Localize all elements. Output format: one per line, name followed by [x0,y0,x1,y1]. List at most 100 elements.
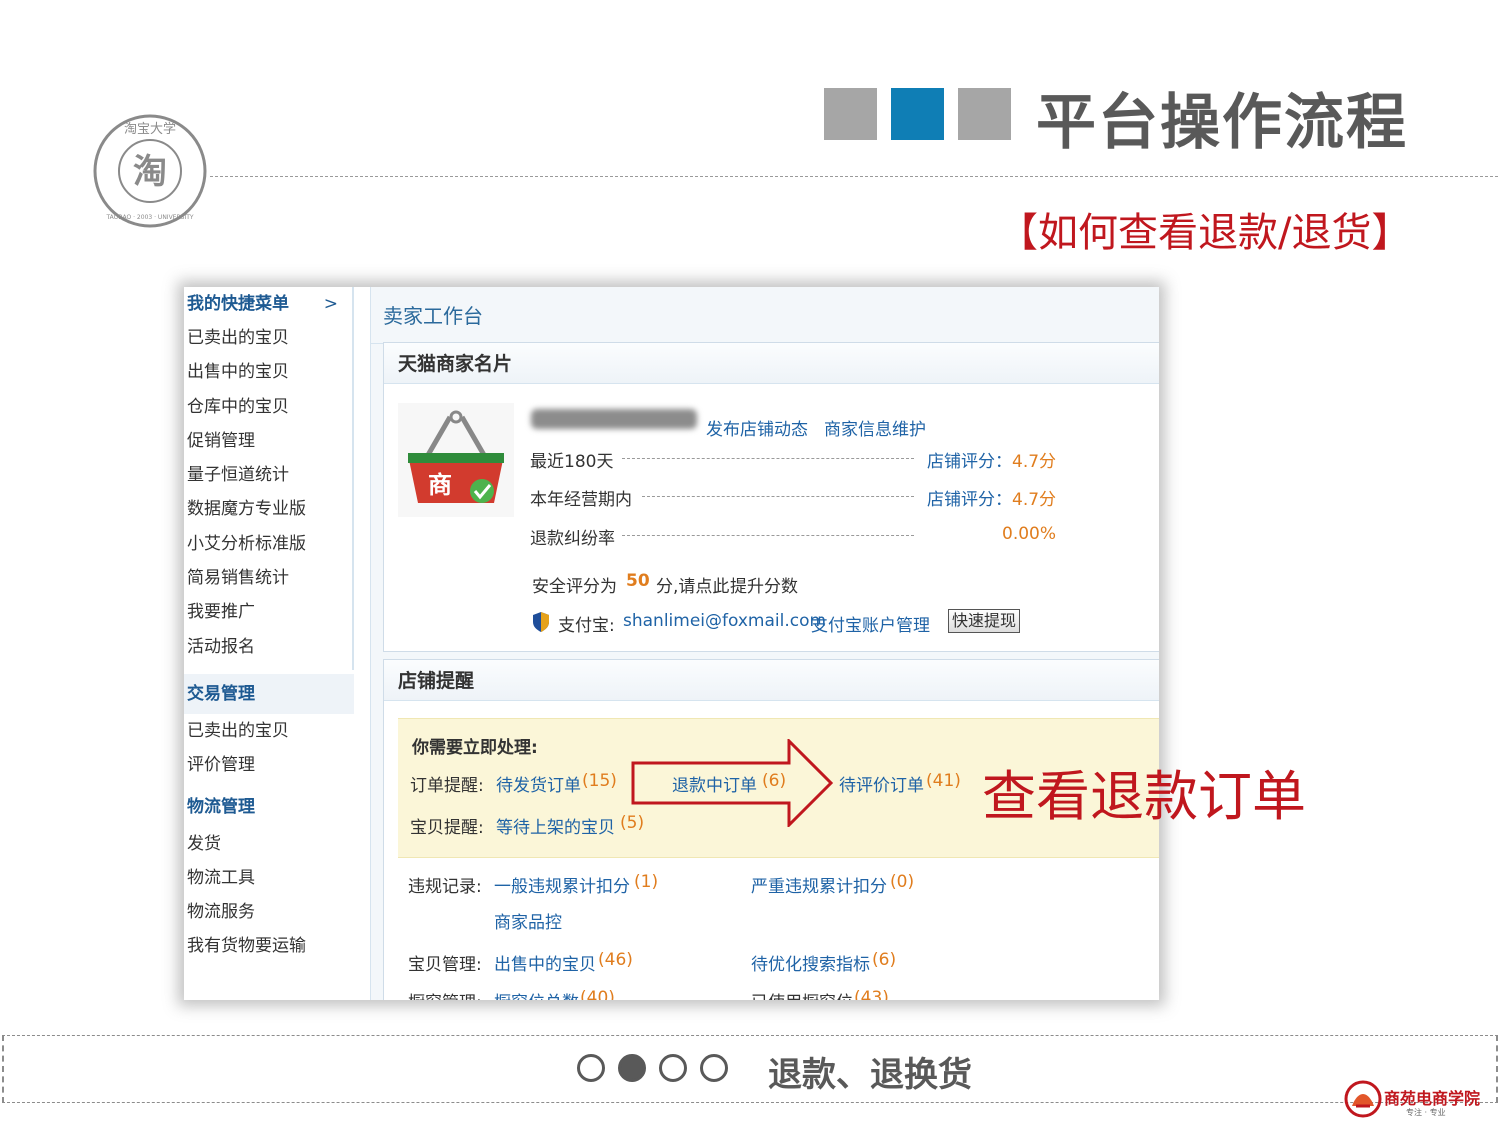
window-used-label: 已使用橱窗位 [751,988,853,1000]
rating-value: 4.7分 [1012,452,1057,472]
sidebar-item[interactable]: 已卖出的宝贝 [184,714,354,748]
refund-rate-label: 退款纠纷率 [530,529,615,549]
dot-filled [618,1054,646,1082]
search-optimize-count: (6) [872,950,897,970]
dot-empty [700,1054,728,1082]
college-slogan: 专注 · 专业 [1406,1108,1446,1117]
safety-prefix: 安全评分为 [532,577,617,597]
sidebar-item[interactable]: 已卖出的宝贝 [184,321,352,355]
alipay-manage-link[interactable]: 支付宝账户管理 [811,611,930,636]
chevron-right-icon[interactable]: > [324,287,338,321]
rating-row-label: 本年经营期内 [530,490,632,510]
sidebar-item[interactable]: 物流服务 [184,895,354,929]
card-header: 天猫商家名片 [384,343,1159,384]
violation-label: 违规记录: [408,877,482,897]
window-total-count: (40) [580,988,615,1000]
square-gray [824,88,877,140]
sidebar-item[interactable]: 促销管理 [184,424,352,458]
improve-score-link[interactable]: 提升分数 [730,572,798,597]
svg-text:淘: 淘 [133,152,167,192]
seller-workbench-screenshot: 我的快捷菜单 > 已卖出的宝贝 出售中的宝贝 仓库中的宝贝 促销管理 量子恒道统… [184,287,1159,1000]
sidebar: 我的快捷菜单 > 已卖出的宝贝 出售中的宝贝 仓库中的宝贝 促销管理 量子恒道统… [184,287,354,1000]
pending-ship-count: (15) [582,771,617,791]
dotted-leader [642,496,914,497]
main-area: 卖家工作台 天猫商家名片 商 发布店铺动态 商家信息维护 最近180天 店铺评分… [370,287,1159,1000]
sidebar-item[interactable]: 发货 [184,827,354,861]
rating-value-label[interactable]: 店铺评分： [927,485,1012,510]
college-name: 商苑电商学院 [1384,1089,1481,1108]
sidebar-item[interactable]: 简易销售统计 [184,561,352,595]
pending-review-count: (41) [926,771,961,791]
safety-score: 50 [626,571,650,591]
refunding-orders-link[interactable]: 退款中订单 [672,771,757,796]
window-used-count: (43) [854,988,889,1000]
merchant-info-link[interactable]: 商家信息维护 [824,415,926,440]
sidebar-item[interactable]: 出售中的宝贝 [184,355,352,389]
divider [210,176,1498,177]
dot-empty [577,1054,605,1082]
pending-listing-link[interactable]: 等待上架的宝贝 [496,813,615,838]
footer-section-title: 退款、退换货 [768,1055,972,1095]
refunding-orders-count: (6) [762,771,787,791]
footer-bar-left-edge [2,1035,4,1103]
title-squares [824,88,1011,140]
sidebar-item[interactable]: 仓库中的宝贝 [184,390,352,424]
on-sale-goods-count: (46) [598,950,633,970]
sidebar-item[interactable]: 活动报名 [184,630,352,670]
pending-ship-link[interactable]: 待发货订单 [496,771,581,796]
sidebar-item[interactable]: 我有货物要运输 [184,929,354,963]
safety-suffix: 分,请点此 [656,577,730,597]
sidebar-item[interactable]: 量子恒道统计 [184,458,352,492]
seal-logo-icon: 淘 淘宝大学 TAOBAO · 2003 · UNIVERSITY [93,114,207,228]
rating-value: 4.7分 [1012,490,1057,510]
rating-row-label: 最近180天 [530,452,614,472]
general-violation-link[interactable]: 一般违规累计扣分 [494,872,630,897]
quick-withdraw-button[interactable]: 快速提现 [948,609,1021,633]
post-dynamic-link[interactable]: 发布店铺动态 [706,415,808,440]
severe-violation-count: (0) [890,872,915,892]
sidebar-section-trade[interactable]: 交易管理 [184,673,354,714]
sidebar-item[interactable]: 小艾分析标准版 [184,527,352,561]
shield-icon [533,612,549,632]
college-brand: 商苑电商学院 专注 · 专业 [1344,1080,1494,1120]
window-total-link[interactable]: 橱窗位总数 [494,988,579,1000]
alipay-label: 支付宝: [558,616,615,636]
goods-management-label: 宝贝管理: [408,955,482,975]
sidebar-item[interactable]: 数据魔方专业版 [184,492,352,526]
alipay-account[interactable]: shanlimei@foxmail.com [623,611,826,631]
quality-control-link[interactable]: 商家品控 [494,908,562,933]
sidebar-item[interactable]: 物流工具 [184,861,354,895]
slide-title: 平台操作流程 [1036,88,1408,158]
page-title: 卖家工作台 [371,287,1159,344]
on-sale-goods-link[interactable]: 出售中的宝贝 [494,950,596,975]
urgent-title: 你需要立即处理: [412,738,538,758]
svg-text:商: 商 [428,471,452,499]
item-reminder-label: 宝贝提醒: [410,818,484,838]
dotted-leader [622,458,914,459]
annotation-view-refund-orders: 查看退款订单 [982,765,1306,828]
square-blue [891,88,944,140]
rating-value-label[interactable]: 店铺评分： [927,447,1012,472]
slide-subtitle: 【如何查看退款/退货】 [998,210,1412,256]
sidebar-section-logistics[interactable]: 物流管理 [184,787,354,827]
merchant-card: 天猫商家名片 商 发布店铺动态 商家信息维护 最近180天 店铺评分： 4.7分… [383,342,1159,652]
sidebar-item[interactable]: 我要推广 [184,595,352,629]
quick-menu-label: 我的快捷菜单 [187,294,289,314]
search-optimize-link[interactable]: 待优化搜索指标 [751,950,870,975]
basket-logo-icon: 商 [398,403,514,517]
square-gray [958,88,1011,140]
footer-bar [2,1035,1498,1103]
pending-review-link[interactable]: 待评价订单 [839,771,924,796]
shop-name-blurred [531,409,697,429]
pending-listing-count: (5) [620,813,645,833]
window-management-label: 橱窗管理: [408,988,482,1000]
sidebar-item[interactable]: 评价管理 [184,748,354,782]
quick-menu-header[interactable]: 我的快捷菜单 > [184,287,352,321]
dot-empty [659,1054,687,1082]
severe-violation-link[interactable]: 严重违规累计扣分 [751,872,887,897]
quick-menu-box: 我的快捷菜单 > 已卖出的宝贝 出售中的宝贝 仓库中的宝贝 促销管理 量子恒道统… [184,287,354,670]
progress-dots [577,1054,728,1082]
dotted-leader [622,535,914,536]
svg-text:TAOBAO · 2003 · UNIVERSITY: TAOBAO · 2003 · UNIVERSITY [105,214,193,221]
card-header: 店铺提醒 [384,660,1159,701]
